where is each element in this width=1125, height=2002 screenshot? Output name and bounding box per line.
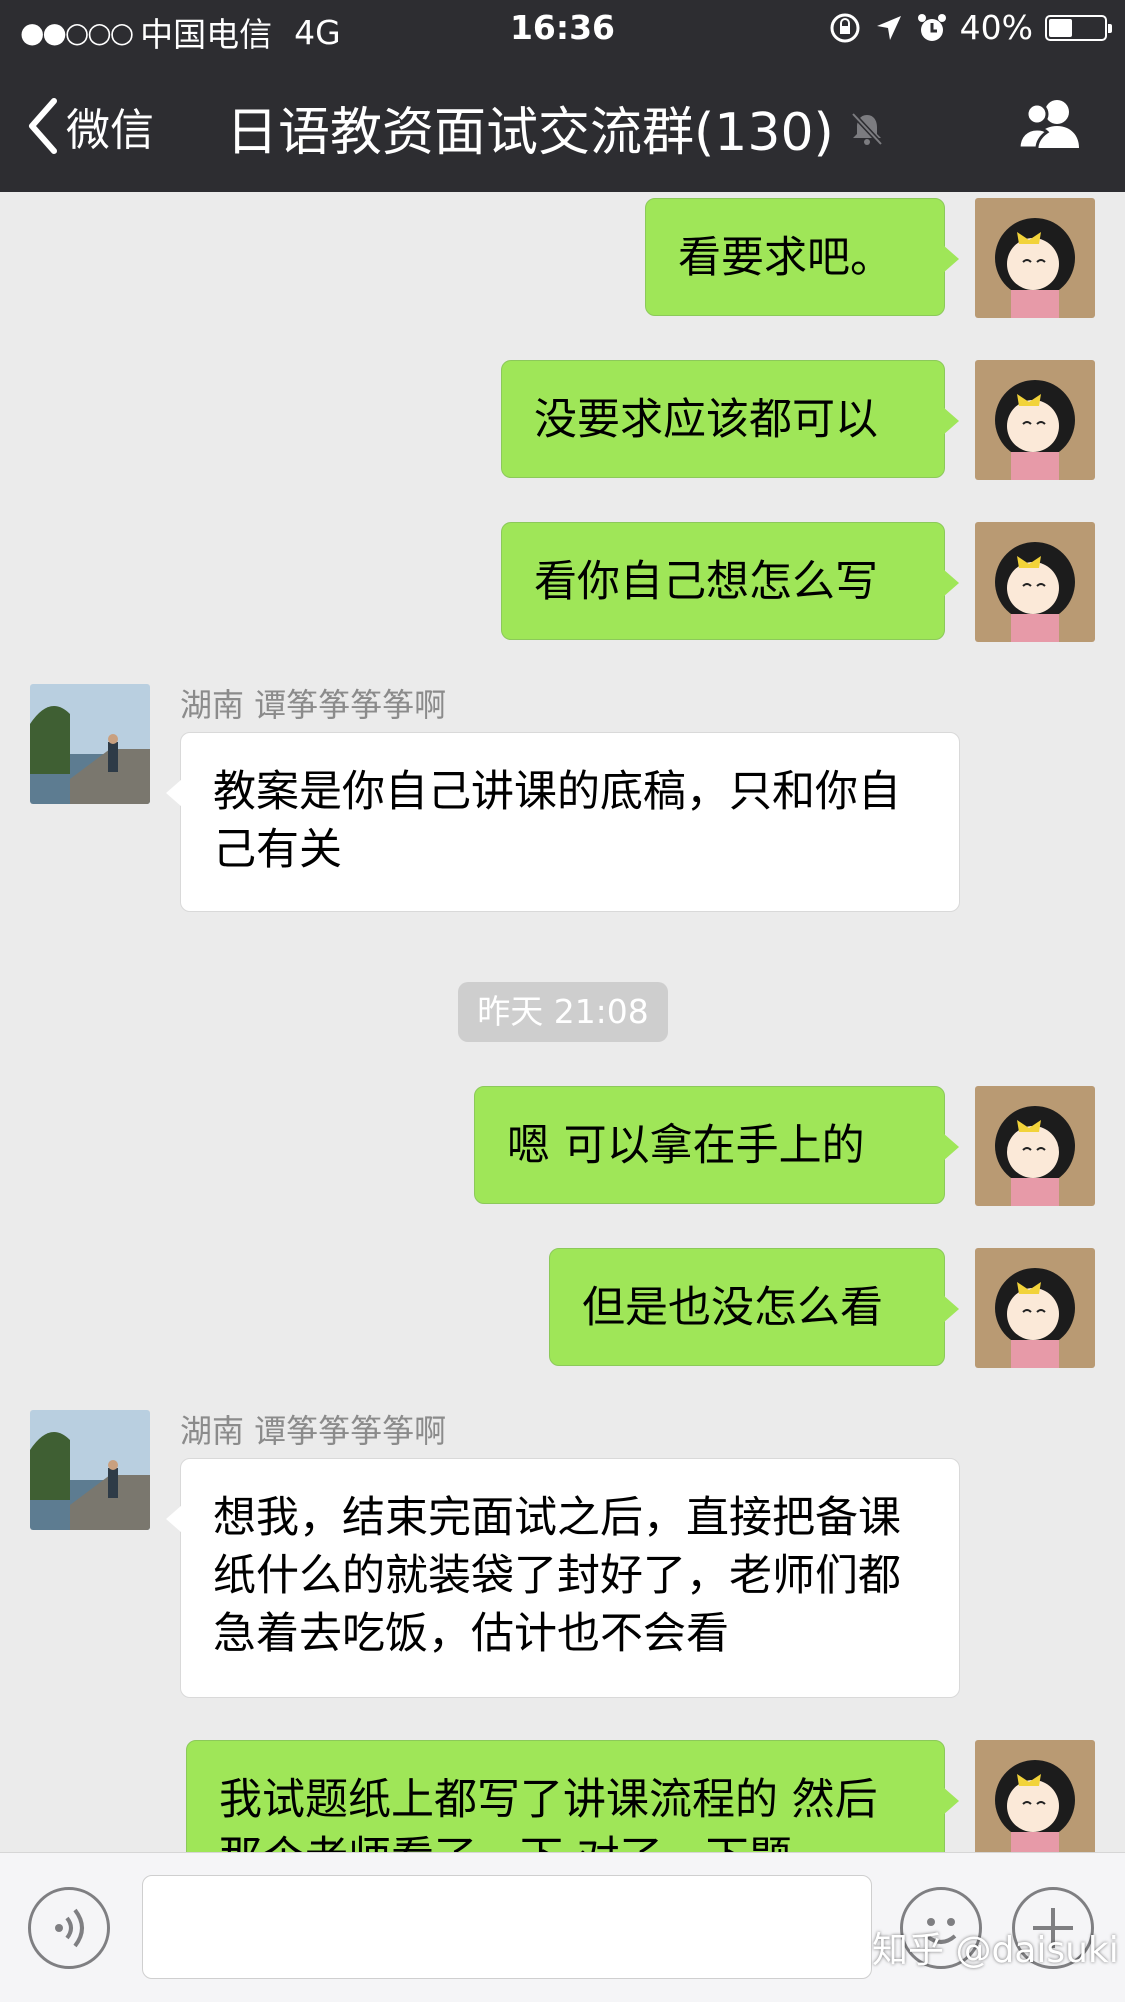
- battery-level-fill: [1049, 18, 1073, 37]
- chat-area[interactable]: 看要求吧。 没要求应该都可以 看你自己想怎么写 湖南 谭筝筝筝筝啊 教案是你自己…: [0, 192, 1125, 1852]
- group-name: 日语教资面试交流群(130): [226, 103, 834, 163]
- my-message-bubble[interactable]: 嗯 可以拿在手上的: [474, 1086, 959, 1204]
- cartoon-girl-avatar: [975, 1248, 1095, 1368]
- my-avatar[interactable]: [975, 522, 1095, 642]
- my-avatar[interactable]: [975, 1086, 1095, 1206]
- contact-message-bubble[interactable]: 教案是你自己讲课的底稿，只和你自己有关: [166, 732, 960, 912]
- sender-name: 湖南 谭筝筝筝筝啊: [180, 686, 447, 724]
- voice-icon: [55, 1908, 84, 1948]
- timestamp: 昨天 21:08: [458, 982, 668, 1042]
- my-message-bubble[interactable]: 看要求吧。: [645, 198, 959, 316]
- seaside-photo-avatar: [30, 684, 150, 804]
- seaside-photo-avatar: [30, 1410, 150, 1530]
- location-arrow-icon: [876, 15, 901, 40]
- contact-avatar[interactable]: [30, 1410, 150, 1530]
- chevron-left-icon: [29, 98, 57, 154]
- my-avatar[interactable]: [975, 360, 1095, 480]
- back-button[interactable]: 微信: [24, 94, 154, 158]
- nav-bar: 微信 日语教资面试交流群(130): [0, 80, 1125, 172]
- status-right: 40%: [828, 8, 1112, 47]
- my-message-bubble[interactable]: 看你自己想怎么写: [501, 522, 959, 640]
- group-members-button[interactable]: [1017, 98, 1087, 152]
- cartoon-girl-avatar: [975, 1740, 1095, 1852]
- contact-avatar[interactable]: [30, 684, 150, 804]
- rotation-lock-icon: [830, 13, 860, 42]
- watermark: 知乎 @daisuki: [872, 1930, 1119, 1971]
- bell-muted-icon: [851, 111, 883, 146]
- status-bar: ●●○○○ 中国电信 4G 16:36 40%: [0, 8, 1125, 54]
- my-avatar[interactable]: [975, 1248, 1095, 1368]
- battery-icon: [1045, 14, 1112, 41]
- cartoon-girl-avatar: [975, 198, 1095, 318]
- sender-name: 湖南 谭筝筝筝筝啊: [180, 1412, 447, 1450]
- top-bar: ●●○○○ 中国电信 4G 16:36 40% 微信 日语教资面试交流群(130…: [0, 0, 1125, 192]
- back-label: 微信: [66, 105, 154, 156]
- input-bar: 知乎 @daisuki: [0, 1852, 1125, 2002]
- battery-percent: 40%: [959, 8, 1033, 47]
- contact-message-bubble[interactable]: 想我，结束完面试之后，直接把备课纸什么的就装袋了封好了，老师们都急着去吃饭，估计…: [166, 1458, 960, 1698]
- my-message-bubble[interactable]: 但是也没怎么看: [549, 1248, 959, 1366]
- my-message-bubble[interactable]: 我试题纸上都写了讲课流程的 然后那个老师看了一下 对了一下题: [186, 1740, 959, 1852]
- message-input[interactable]: [142, 1875, 872, 1979]
- cartoon-girl-avatar: [975, 522, 1095, 642]
- my-message-bubble[interactable]: 没要求应该都可以: [501, 360, 959, 478]
- cartoon-girl-avatar: [975, 360, 1095, 480]
- voice-button[interactable]: [28, 1887, 110, 1969]
- cartoon-girl-avatar: [975, 1086, 1095, 1206]
- chat-title: 日语教资面试交流群(130): [226, 90, 886, 165]
- my-avatar[interactable]: [975, 1740, 1095, 1852]
- my-avatar[interactable]: [975, 198, 1095, 318]
- alarm-icon: [917, 13, 946, 41]
- people-icon: [1017, 100, 1079, 150]
